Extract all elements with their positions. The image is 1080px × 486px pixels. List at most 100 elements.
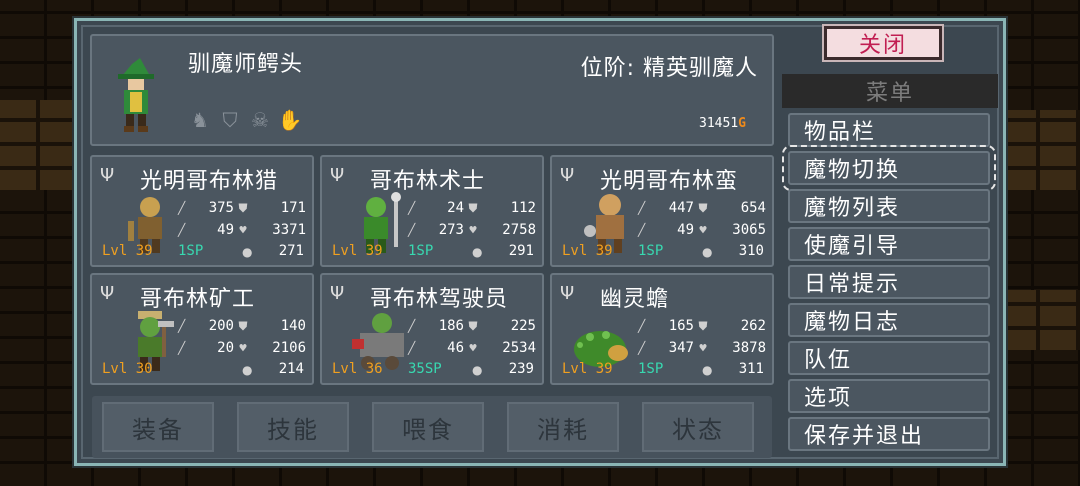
monster-level: Lvl 39: [562, 243, 613, 259]
health-icon: ♥: [469, 223, 477, 237]
menu-item-save-and-quit[interactable]: 保存并退出: [788, 417, 990, 451]
attack-icon: ╱: [178, 201, 186, 215]
monster-sp: 1SP: [638, 243, 664, 259]
monster-card[interactable]: Ψ 光明哥布林蛮 ╱ 447 ⛊ 654 ╱ 49 ♥ 3065 Lvl 39 1SP ● …: [550, 155, 774, 267]
stat-magic: 273: [438, 222, 464, 238]
tab-consume[interactable]: 消耗: [507, 402, 619, 452]
monster-stats: ╱ 447 ⛊ 654 ╱ 49 ♥ 3065: [638, 197, 772, 241]
food-icon: ●: [702, 245, 713, 259]
gold-counter: 31451G: [699, 116, 746, 131]
tab-equipment[interactable]: 装备: [102, 402, 214, 452]
menu-item-monster-list[interactable]: 魔物列表: [788, 189, 990, 223]
fork-icon: Ψ: [100, 283, 115, 304]
stat-health: 3065: [732, 222, 766, 238]
stat-defense: 140: [280, 318, 306, 334]
menu-item-monster-journal[interactable]: 魔物日志: [788, 303, 990, 337]
stat-health: 3878: [732, 340, 766, 356]
stat-magic: 46: [447, 340, 464, 356]
monster-stats: ╱ 165 ⛊ 262 ╱ 347 ♥ 3878: [638, 315, 772, 359]
magic-icon: ╱: [638, 223, 646, 237]
menu-item-party[interactable]: 队伍: [788, 341, 990, 375]
menu-item-daily-tips[interactable]: 日常提示: [788, 265, 990, 299]
defense-icon: ⛊: [238, 318, 248, 333]
stat-health: 2106: [272, 340, 306, 356]
glove-icon[interactable]: ✋: [278, 106, 303, 134]
monster-card[interactable]: Ψ 哥布林驾驶员 ╱ 186 ⛊ 225 ╱ 46 ♥ 2534 Lvl 36 35SP ●…: [320, 273, 544, 385]
monster-sp: 1SP: [638, 361, 664, 377]
food-icon: ●: [472, 363, 483, 377]
fork-icon: Ψ: [330, 165, 345, 186]
food-icon: ●: [702, 363, 713, 377]
fork-icon: Ψ: [100, 165, 115, 186]
defense-icon: ⛊: [698, 318, 708, 333]
monster-food: 310: [738, 243, 764, 259]
hero-name: 驯魔师鳄头: [188, 52, 304, 77]
monster-food: 311: [738, 361, 764, 377]
monster-stats: ╱ 200 ⛊ 140 ╱ 20 ♥ 2106: [178, 315, 312, 359]
monster-card[interactable]: Ψ 哥布林术士 ╱ 24 ⛊ 112 ╱ 273 ♥ 2758 Lvl 39 1SP ● 2…: [320, 155, 544, 267]
monster-food: 239: [508, 361, 534, 377]
stat-magic: 20: [217, 340, 234, 356]
monster-stats: ╱ 375 ⛊ 171 ╱ 49 ♥ 3371: [178, 197, 312, 241]
stat-magic: 49: [217, 222, 234, 238]
action-tabs: 装备 技能 喂食 消耗 状态: [92, 396, 772, 458]
stat-attack: 165: [668, 318, 694, 334]
magic-icon: ╱: [408, 223, 416, 237]
defense-icon: ⛊: [468, 318, 478, 333]
gold-unit: G: [738, 116, 746, 131]
attack-icon: ╱: [408, 319, 416, 333]
attack-icon: ╱: [638, 201, 646, 215]
magic-icon: ╱: [178, 223, 186, 237]
monster-level: Lvl 30: [102, 361, 153, 377]
background-bricks-right: [1000, 110, 1080, 190]
stat-health: 2534: [502, 340, 536, 356]
defense-icon: ⛊: [468, 200, 478, 215]
stat-attack: 200: [208, 318, 234, 334]
menu-item-familiar-guide[interactable]: 使魔引导: [788, 227, 990, 261]
stat-defense: 262: [740, 318, 766, 334]
health-icon: ♥: [239, 341, 247, 355]
skull-icon[interactable]: ☠: [248, 106, 272, 134]
magic-icon: ╱: [638, 341, 646, 355]
hero-equipment-icons: ♞ ⛉ ☠ ✋: [188, 106, 302, 134]
tab-status[interactable]: 状态: [642, 402, 754, 452]
health-icon: ♥: [699, 223, 707, 237]
health-icon: ♥: [239, 223, 247, 237]
tab-skills[interactable]: 技能: [237, 402, 349, 452]
menu-item-inventory[interactable]: 物品栏: [788, 113, 990, 147]
monster-stats: ╱ 186 ⛊ 225 ╱ 46 ♥ 2534: [408, 315, 542, 359]
claw-icon[interactable]: ♞: [188, 106, 212, 134]
health-icon: ♥: [469, 341, 477, 355]
monster-level: Lvl 39: [562, 361, 613, 377]
monster-food: 214: [278, 361, 304, 377]
monster-stats: ╱ 24 ⛊ 112 ╱ 273 ♥ 2758: [408, 197, 542, 241]
stat-defense: 171: [280, 200, 306, 216]
monster-grid: Ψ 光明哥布林猎 ╱ 375 ⛊ 171 ╱ 49 ♥ 3371 Lvl 39 1SP ● …: [90, 155, 774, 385]
fork-icon: Ψ: [560, 283, 575, 304]
stat-magic: 49: [677, 222, 694, 238]
monster-level: Lvl 39: [102, 243, 153, 259]
monster-food: 291: [508, 243, 534, 259]
defense-icon: ⛊: [698, 200, 708, 215]
stat-defense: 225: [510, 318, 536, 334]
hero-rank: 位阶: 精英驯魔人: [580, 56, 758, 81]
monster-card[interactable]: Ψ 光明哥布林猎 ╱ 375 ⛊ 171 ╱ 49 ♥ 3371 Lvl 39 1SP ● …: [90, 155, 314, 267]
monster-sp: 1SP: [408, 243, 434, 259]
stat-health: 3371: [272, 222, 306, 238]
gold-amount: 31451: [699, 116, 739, 131]
magic-icon: ╱: [178, 341, 186, 355]
tab-feed[interactable]: 喂食: [372, 402, 484, 452]
fork-icon: Ψ: [560, 165, 575, 186]
menu-item-options[interactable]: 选项: [788, 379, 990, 413]
close-button[interactable]: 关闭: [822, 24, 944, 62]
helmet-icon[interactable]: ⛉: [218, 106, 242, 134]
menu-item-monster-switch[interactable]: 魔物切换: [782, 145, 996, 191]
attack-icon: ╱: [408, 201, 416, 215]
monster-card[interactable]: Ψ 哥布林矿工 ╱ 200 ⛊ 140 ╱ 20 ♥ 2106 Lvl 30 ● 214: [90, 273, 314, 385]
food-icon: ●: [472, 245, 483, 259]
monster-card[interactable]: Ψ 幽灵蟾 ╱ 165 ⛊ 262 ╱ 347 ♥ 3878 Lvl 39 1SP ● 31…: [550, 273, 774, 385]
stat-defense: 654: [740, 200, 766, 216]
stat-attack: 186: [438, 318, 464, 334]
monster-food: 271: [278, 243, 304, 259]
stat-magic: 347: [668, 340, 694, 356]
